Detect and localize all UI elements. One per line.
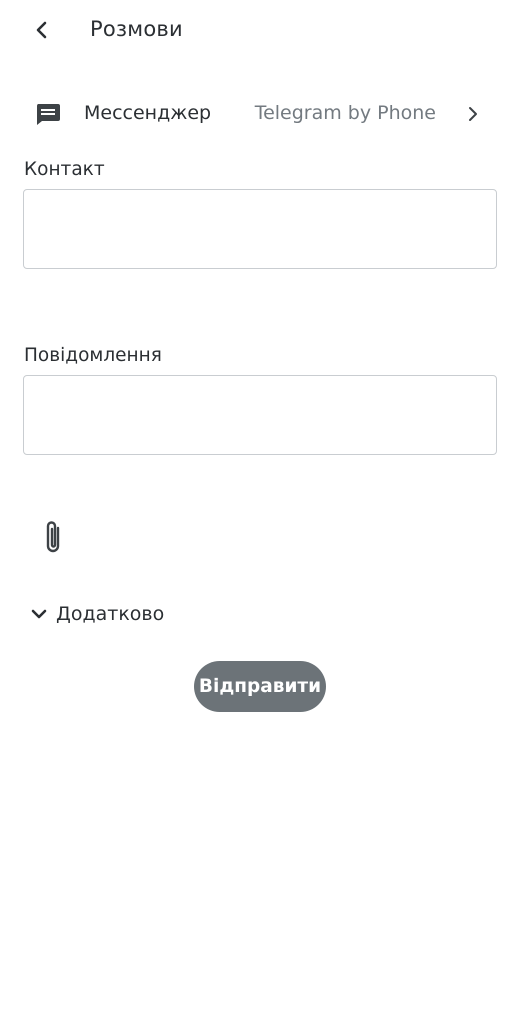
messenger-label: Мессенджер bbox=[84, 102, 212, 124]
contact-label: Контакт bbox=[24, 159, 105, 180]
paperclip-icon bbox=[46, 521, 60, 553]
messenger-selector[interactable]: Мессенджер Telegram by Phone bbox=[0, 92, 509, 136]
message-input[interactable] bbox=[23, 375, 497, 455]
messenger-value: Telegram by Phone bbox=[254, 102, 436, 124]
send-button[interactable]: Відправити bbox=[194, 661, 326, 712]
app-bar: Розмови bbox=[0, 0, 509, 62]
chevron-left-icon bbox=[36, 21, 47, 39]
chat-message-icon bbox=[36, 104, 60, 125]
advanced-label: Додатково bbox=[56, 603, 165, 625]
attach-button[interactable] bbox=[38, 518, 70, 558]
chevron-down-icon bbox=[31, 609, 47, 619]
chevron-right-icon bbox=[469, 107, 477, 121]
message-label: Повідомлення bbox=[24, 345, 162, 366]
page-title: Розмови bbox=[90, 17, 183, 41]
contact-input[interactable] bbox=[23, 189, 497, 269]
advanced-toggle[interactable]: Додатково bbox=[28, 600, 164, 628]
back-button[interactable] bbox=[28, 16, 56, 44]
